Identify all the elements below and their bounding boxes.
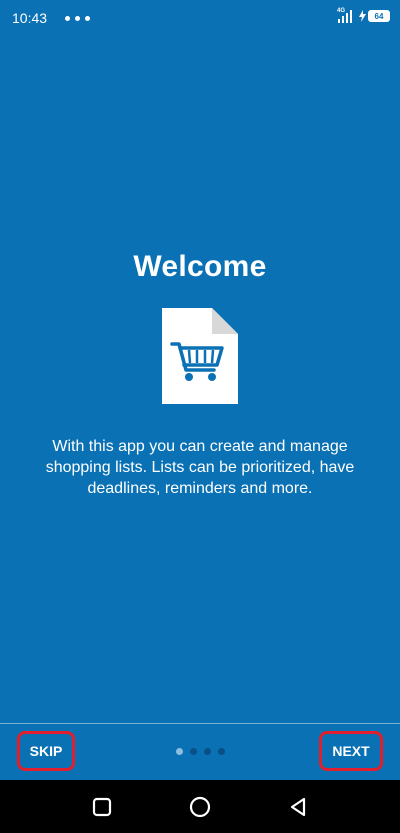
onboarding-footer: SKIP NEXT xyxy=(0,724,400,780)
battery-level: 64 xyxy=(368,10,390,22)
status-time: 10:43 xyxy=(12,10,48,26)
network-type: 4G xyxy=(337,8,346,14)
page-title: Welcome xyxy=(133,250,267,283)
onboarding-description: With this app you can create and manage … xyxy=(45,438,355,497)
skip-button[interactable]: SKIP xyxy=(17,731,75,771)
square-icon[interactable] xyxy=(90,795,114,819)
shopping-cart-document-icon xyxy=(162,308,238,404)
onboarding-slide: Welcome With this app you can create and… xyxy=(0,250,400,499)
circle-home-icon[interactable] xyxy=(188,795,212,819)
page-dot xyxy=(218,748,225,755)
notification-dots xyxy=(65,15,91,21)
battery-indicator: 64 xyxy=(359,10,390,22)
page-dot xyxy=(190,748,197,755)
signal-icon: 4G xyxy=(337,8,353,23)
page-dot xyxy=(176,748,183,755)
charging-icon xyxy=(359,10,366,22)
status-bar: 10:43 4G 64 xyxy=(0,0,400,36)
status-icons: 4G 64 xyxy=(337,8,390,23)
triangle-back-icon[interactable] xyxy=(286,795,310,819)
system-navigation-bar xyxy=(0,780,400,833)
next-button[interactable]: NEXT xyxy=(319,731,383,771)
page-dot xyxy=(204,748,211,755)
page-indicator xyxy=(176,748,225,755)
